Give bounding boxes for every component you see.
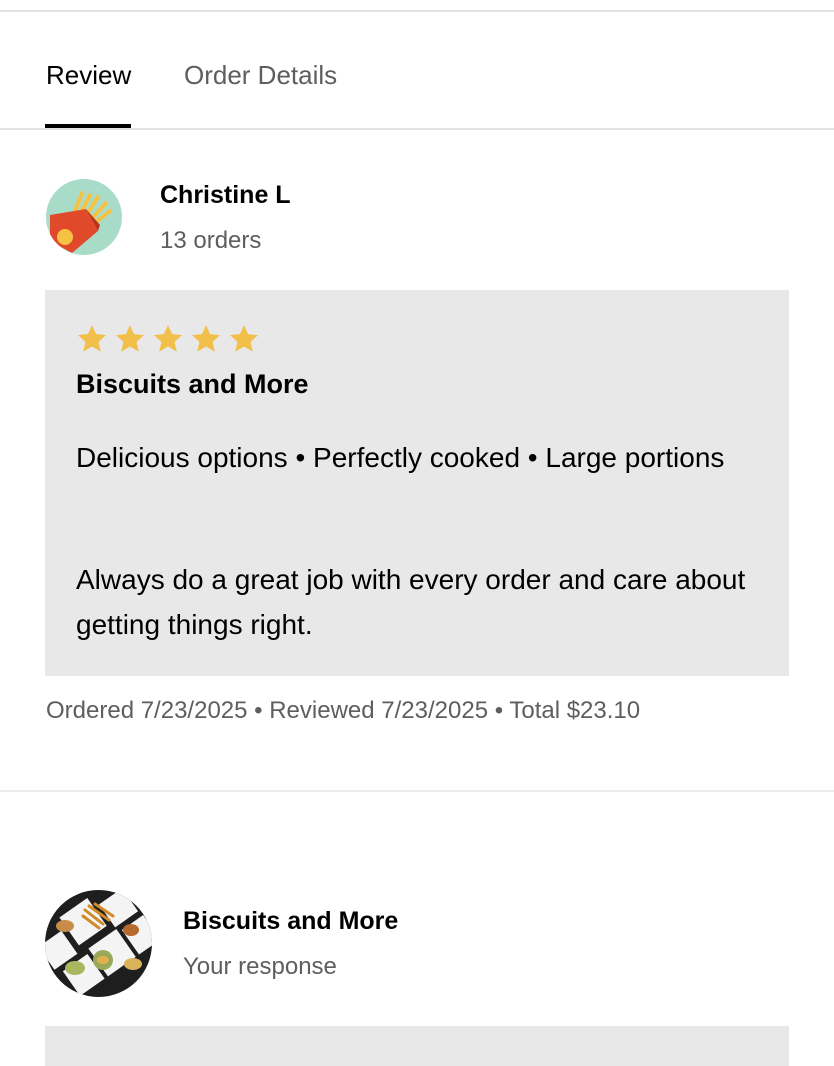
review-tags: Delicious options • Perfectly cooked • L… [76,442,725,473]
review-store-name: Biscuits and More [76,369,309,399]
response-store-name: Biscuits and More [183,907,399,935]
star-icon [229,325,259,352]
section-divider [0,790,834,792]
tab-bar: Review Order Details [0,40,834,130]
star-icon [77,325,107,352]
reviewer-avatar [46,179,122,255]
review-card: Biscuits and More Delicious options • Pe… [45,290,789,676]
tab-order-details[interactable]: Order Details [184,60,337,91]
response-box[interactable] [45,1026,789,1066]
tab-review[interactable]: Review [46,60,131,91]
order-meta: Ordered 7/23/2025 • Reviewed 7/23/2025 •… [46,697,641,724]
fries-icon [46,179,122,255]
tab-bar-divider [0,128,834,130]
response-label: Your response [183,953,337,980]
star-icon [115,325,145,352]
top-divider [0,10,834,12]
star-icon [191,325,221,352]
reviewer-order-count: 13 orders [160,227,262,254]
food-platter-icon [45,890,152,997]
store-avatar [45,890,152,997]
star-icon [153,325,183,352]
reviewer-name[interactable]: Christine L [160,181,291,210]
star-rating [75,322,261,356]
review-comment: Always do a great job with every order a… [76,564,746,640]
